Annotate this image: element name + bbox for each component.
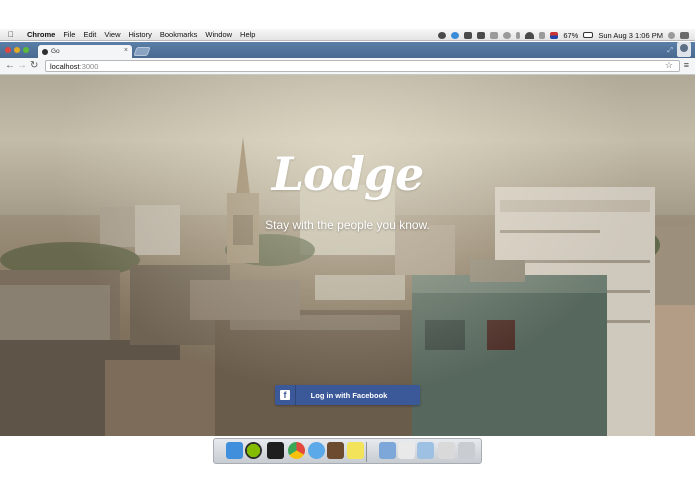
preview-icon[interactable] (438, 442, 455, 459)
browser-toolbar: ← → ↻ localhost:3000 ☆ ≡ (0, 58, 695, 75)
url-port: :3000 (79, 61, 99, 71)
menu-file[interactable]: File (63, 30, 75, 39)
menu-bookmarks[interactable]: Bookmarks (160, 30, 198, 39)
screen: { "menubar": { "app_name": "Chrome", "me… (0, 0, 695, 494)
file-icon[interactable] (398, 442, 415, 459)
chrome-icon[interactable] (288, 442, 305, 459)
status-area: 67% Sun Aug 3 1:06 PM (438, 29, 689, 41)
tagline: Stay with the people you know. (265, 218, 430, 232)
sun-haze-overlay (0, 75, 695, 436)
trash-icon[interactable] (458, 442, 475, 459)
dock (213, 438, 482, 464)
battery-icon[interactable] (583, 32, 594, 38)
forward-button[interactable]: → (17, 60, 27, 72)
lodge-landing-page: Lodge Stay with the people you know. f L… (0, 75, 695, 436)
chrome-menu-icon[interactable]: ≡ (684, 60, 689, 70)
folder-icon[interactable] (417, 442, 434, 459)
facebook-login-button[interactable]: f Log in with Facebook (275, 385, 420, 405)
fullscreen-icon[interactable]: ⤢ (667, 47, 673, 55)
menu-view[interactable]: View (104, 30, 120, 39)
menu-history[interactable]: History (129, 30, 152, 39)
iphoto-icon[interactable] (327, 442, 344, 459)
facebook-icon: f (280, 390, 290, 400)
lodge-logo: Lodge (271, 147, 425, 201)
new-tab-button[interactable] (133, 47, 151, 56)
spotify-icon[interactable] (245, 442, 262, 459)
spotlight-icon[interactable] (668, 31, 675, 39)
close-window-icon[interactable] (5, 47, 11, 53)
time-machine-icon[interactable] (503, 31, 512, 39)
facebook-login-label: Log in with Facebook (310, 390, 388, 400)
messages-icon[interactable] (308, 442, 325, 459)
wifi-icon[interactable] (525, 31, 535, 39)
menu-window[interactable]: Window (205, 30, 232, 39)
input-flag-icon[interactable] (550, 31, 559, 39)
dropbox-icon[interactable] (451, 31, 460, 39)
skype-icon[interactable] (438, 31, 447, 39)
menu-edit[interactable]: Edit (83, 30, 96, 39)
apple-menu-icon[interactable]:  (8, 30, 18, 39)
clock[interactable]: Sun Aug 3 1:06 PM (598, 31, 663, 40)
bookmark-star-icon[interactable]: ☆ (665, 60, 673, 71)
menu-help[interactable]: Help (240, 30, 255, 39)
tab-go[interactable]: Go × (38, 45, 132, 58)
terminal-icon[interactable] (267, 442, 284, 459)
drive-icon[interactable] (464, 31, 473, 39)
notification-center-icon[interactable] (680, 31, 689, 39)
dock-separator (366, 442, 367, 462)
tab-title: Go (51, 48, 60, 55)
minimize-window-icon[interactable] (14, 47, 20, 53)
github-favicon-icon (42, 48, 48, 55)
back-button[interactable]: ← (5, 60, 15, 72)
profile-avatar-icon[interactable] (677, 42, 691, 57)
app-status-icon[interactable] (477, 31, 486, 39)
url-host: localhost (50, 61, 80, 71)
volume-icon[interactable] (539, 31, 546, 39)
bluetooth-icon[interactable] (516, 31, 521, 39)
reload-button[interactable]: ↻ (30, 60, 38, 72)
finder-icon[interactable] (226, 442, 243, 459)
menu-bar:  Chrome File Edit View History Bookmark… (0, 29, 695, 41)
documents-folder-icon[interactable] (379, 442, 396, 459)
tab-close-icon[interactable]: × (124, 47, 128, 54)
address-bar[interactable]: localhost:3000 (45, 60, 680, 72)
zoom-window-icon[interactable] (23, 47, 29, 53)
menu-app-name[interactable]: Chrome (27, 30, 55, 39)
stickies-icon[interactable] (347, 442, 364, 459)
airplay-icon[interactable] (490, 31, 499, 39)
browser-tab-strip: Go × ⤢ (0, 42, 695, 58)
battery-percent[interactable]: 67% (563, 31, 578, 40)
